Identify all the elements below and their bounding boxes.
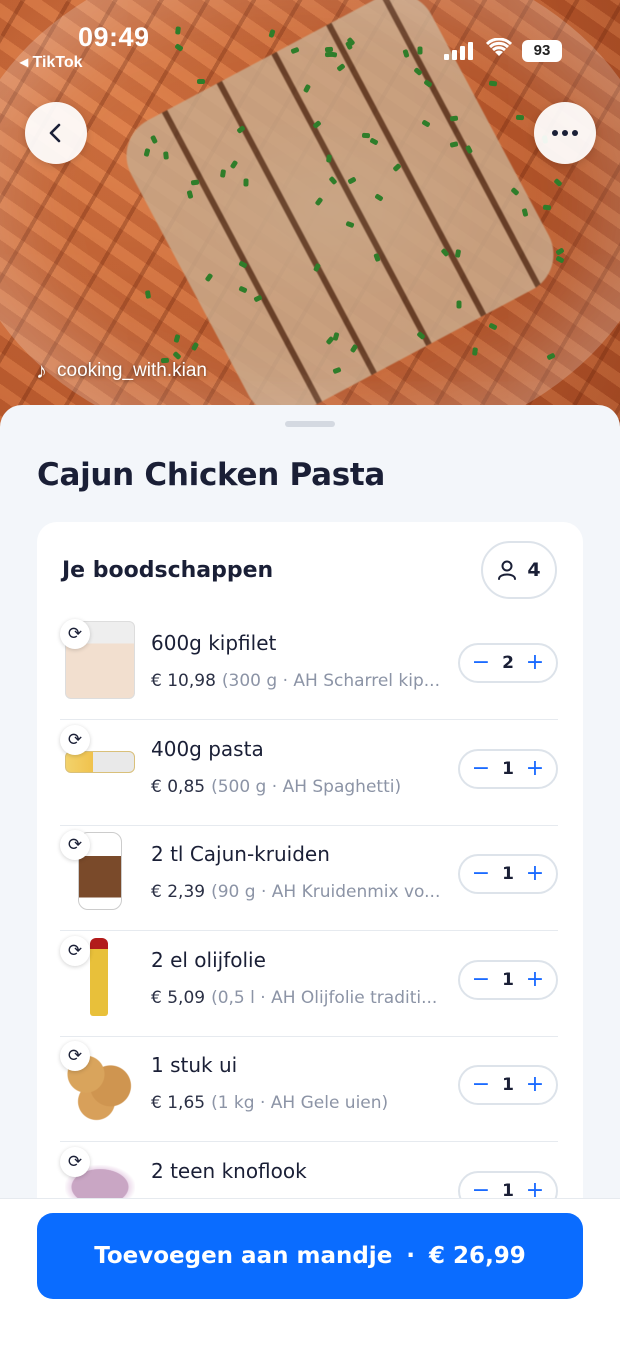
product-detail: (300 g · AH Scharrel kip... bbox=[221, 671, 440, 691]
product-price: € 1,65 bbox=[151, 1093, 206, 1113]
grocery-item[interactable]: ⟳ 2 tl Cajun-kruiden € 2,39 (90 g · AH Kr… bbox=[60, 826, 558, 931]
ingredient-name: 600g kipfilet bbox=[151, 631, 277, 655]
plus-icon[interactable]: + bbox=[524, 757, 546, 780]
creator-handle: cooking_with.kian bbox=[57, 360, 207, 381]
recipe-hero-image: 09:49 ◂ TikTok 93 ♪ cooking_with.kian bbox=[0, 0, 620, 430]
quantity-value: 1 bbox=[502, 969, 514, 990]
more-horizontal-icon bbox=[552, 130, 578, 136]
servings-selector[interactable]: 4 bbox=[481, 541, 557, 599]
status-bar: 09:49 ◂ TikTok 93 bbox=[0, 0, 620, 80]
sheet-drag-handle[interactable] bbox=[285, 421, 335, 427]
cta-separator: · bbox=[406, 1243, 416, 1269]
refresh-icon[interactable]: ⟳ bbox=[60, 619, 90, 649]
quantity-stepper[interactable]: − 1 + bbox=[458, 748, 558, 789]
product-price-line: € 5,09 (0,5 l · AH Olijfolie traditi... bbox=[151, 988, 441, 1008]
plus-icon[interactable]: + bbox=[524, 863, 546, 885]
product-detail: (90 g · AH Kruidenmix vo... bbox=[211, 882, 441, 902]
product-detail: (500 g · AH Spaghetti) bbox=[211, 776, 402, 797]
tiktok-logo-icon: ♪ bbox=[36, 358, 47, 383]
product-price-line: € 10,98 (300 g · AH Scharrel kip... bbox=[151, 671, 441, 691]
product-detail: (0,5 l · AH Olijfolie traditi... bbox=[211, 987, 438, 1008]
refresh-icon[interactable]: ⟳ bbox=[60, 724, 90, 755]
bottom-action-bar: Toevoegen aan mandje · € 26,99 bbox=[0, 1198, 620, 1348]
product-price: € 5,09 bbox=[151, 987, 206, 1008]
creator-credit[interactable]: ♪ cooking_with.kian bbox=[36, 358, 207, 384]
ingredient-name: 2 tl Cajun-kruiden bbox=[151, 842, 330, 866]
quantity-value: 1 bbox=[502, 1075, 514, 1095]
refresh-icon[interactable]: ⟳ bbox=[60, 830, 90, 860]
product-price-line: € 2,39 (90 g · AH Kruidenmix vo... bbox=[151, 882, 441, 902]
battery-icon: 93 bbox=[522, 40, 562, 62]
more-options-button[interactable] bbox=[534, 102, 596, 164]
grocery-item[interactable]: ⟳ 400g pasta € 0,85 (500 g · AH Spaghetti… bbox=[60, 721, 558, 826]
grocery-item[interactable]: ⟳ 1 stuk ui € 1,65 (1 kg · AH Gele uien) … bbox=[60, 1037, 558, 1142]
grocery-item[interactable]: ⟳ 2 el olijfolie € 5,09 (0,5 l · AH Olijf… bbox=[60, 932, 558, 1037]
refresh-icon[interactable]: ⟳ bbox=[60, 1146, 90, 1177]
refresh-icon[interactable]: ⟳ bbox=[60, 935, 90, 966]
quantity-stepper[interactable]: − 2 + bbox=[458, 643, 558, 683]
product-price: € 0,85 bbox=[151, 776, 206, 797]
product-detail: (1 kg · AH Gele uien) bbox=[211, 1093, 389, 1113]
recipe-title: Cajun Chicken Pasta bbox=[37, 457, 386, 493]
plus-icon[interactable]: + bbox=[524, 968, 546, 991]
product-price-line: € 1,65 (1 kg · AH Gele uien) bbox=[151, 1093, 441, 1113]
add-to-basket-label: Toevoegen aan mandje bbox=[94, 1243, 393, 1269]
quantity-stepper[interactable]: − 1 + bbox=[458, 959, 558, 1000]
minus-icon[interactable]: − bbox=[470, 1074, 492, 1096]
quantity-value: 1 bbox=[502, 758, 514, 779]
quantity-stepper[interactable]: − 1 + bbox=[458, 854, 558, 894]
product-thumbnail bbox=[90, 937, 108, 1016]
ingredient-name: 2 el olijfolie bbox=[151, 947, 266, 972]
minus-icon[interactable]: − bbox=[470, 652, 492, 674]
back-button[interactable] bbox=[25, 102, 87, 164]
signal-icon bbox=[444, 42, 473, 60]
quantity-value: 1 bbox=[502, 864, 514, 884]
ingredient-name: 1 stuk ui bbox=[151, 1053, 238, 1077]
ingredient-name: 400g pasta bbox=[151, 736, 264, 761]
refresh-icon[interactable]: ⟳ bbox=[60, 1041, 90, 1071]
quantity-stepper[interactable]: − 1 + bbox=[458, 1065, 558, 1105]
plus-icon[interactable]: + bbox=[524, 652, 546, 674]
minus-icon[interactable]: − bbox=[470, 757, 492, 780]
person-icon bbox=[498, 560, 517, 580]
minus-icon[interactable]: − bbox=[470, 968, 492, 991]
quantity-value: 2 bbox=[502, 653, 514, 673]
recipe-sheet: Cajun Chicken Pasta Je boodschappen 4 ⟳ … bbox=[0, 405, 620, 1348]
wifi-icon bbox=[485, 37, 513, 64]
ingredient-name: 2 teen knoflook bbox=[151, 1158, 307, 1183]
minus-icon[interactable]: − bbox=[470, 863, 492, 885]
status-time: 09:49 bbox=[78, 22, 150, 52]
groceries-card: Je boodschappen 4 ⟳ 600g kipfilet € 10,9… bbox=[37, 522, 583, 1222]
basket-total: € 26,99 bbox=[429, 1243, 526, 1269]
plus-icon[interactable]: + bbox=[524, 1074, 546, 1096]
chevron-left-icon bbox=[49, 123, 61, 143]
add-to-basket-button[interactable]: Toevoegen aan mandje · € 26,99 bbox=[37, 1213, 583, 1299]
product-price: € 10,98 bbox=[151, 671, 216, 691]
grocery-item[interactable]: ⟳ 600g kipfilet € 10,98 (300 g · AH Schar… bbox=[60, 615, 558, 720]
product-price: € 2,39 bbox=[151, 882, 206, 902]
servings-count: 4 bbox=[527, 559, 541, 581]
groceries-title: Je boodschappen bbox=[62, 558, 274, 583]
back-to-app-link[interactable]: ◂ TikTok bbox=[20, 52, 83, 72]
product-price-line: € 0,85 (500 g · AH Spaghetti) bbox=[151, 777, 441, 797]
